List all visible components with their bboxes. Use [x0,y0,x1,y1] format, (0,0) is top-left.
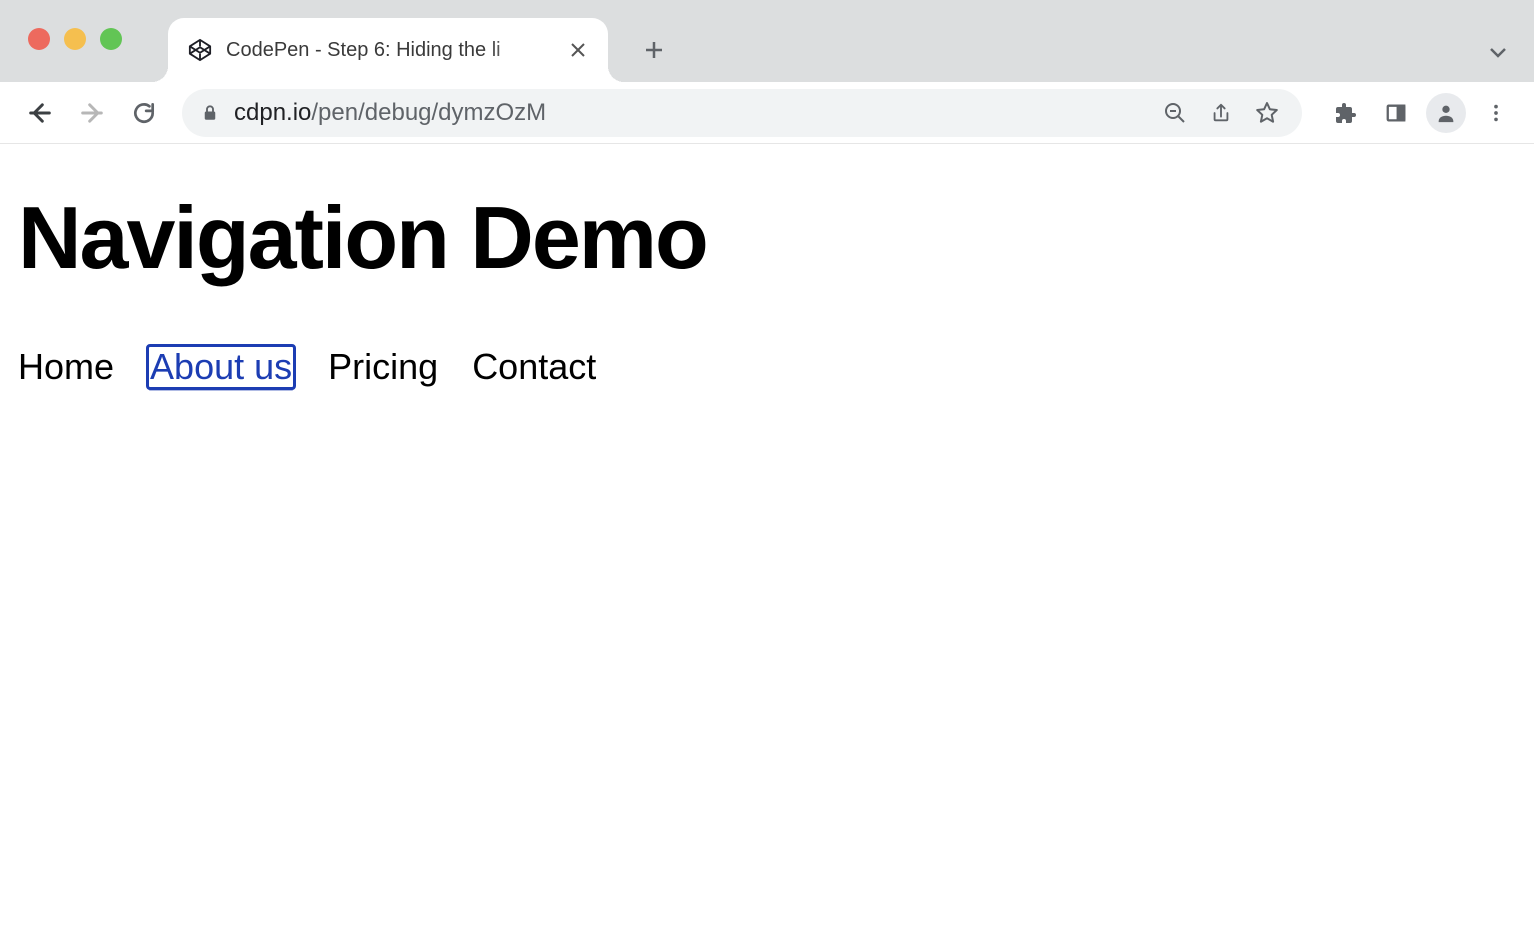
address-bar[interactable]: cdpn.io/pen/debug/dymzOzM [182,89,1302,137]
nav-link-contact[interactable]: Contact [472,346,596,388]
nav-list: Home About us Pricing Contact [18,346,1516,388]
profile-avatar[interactable] [1426,93,1466,133]
forward-button[interactable] [70,91,114,135]
codepen-icon [188,38,212,62]
page-viewport: Navigation Demo Home About us Pricing Co… [0,144,1534,436]
nav-link-about-us[interactable]: About us [148,346,294,388]
url-text: cdpn.io/pen/debug/dymzOzM [234,99,1144,127]
nav-item-pricing: Pricing [328,346,438,388]
browser-toolbar: cdpn.io/pen/debug/dymzOzM [0,82,1534,144]
browser-tab-strip: CodePen - Step 6: Hiding the li [0,0,1534,82]
bookmark-star-icon[interactable] [1250,96,1284,130]
close-tab-button[interactable] [568,40,588,60]
nav-item-home: Home [18,346,114,388]
zoom-out-icon[interactable] [1158,96,1192,130]
menu-icon[interactable] [1476,93,1516,133]
nav-item-contact: Contact [472,346,596,388]
side-panel-icon[interactable] [1376,93,1416,133]
browser-tab[interactable]: CodePen - Step 6: Hiding the li [168,18,608,82]
window-close-button[interactable] [28,28,50,50]
nav-link-home[interactable]: Home [18,346,114,388]
lock-icon[interactable] [200,103,220,123]
back-button[interactable] [18,91,62,135]
share-icon[interactable] [1204,96,1238,130]
tab-list-dropdown[interactable] [1484,38,1512,66]
page-heading: Navigation Demo [18,192,1516,284]
nav-item-about-us: About us [148,346,294,388]
window-maximize-button[interactable] [100,28,122,50]
tab-title: CodePen - Step 6: Hiding the li [226,39,554,62]
window-minimize-button[interactable] [64,28,86,50]
window-controls [28,28,122,50]
nav-link-pricing[interactable]: Pricing [328,346,438,388]
new-tab-button[interactable] [634,30,674,70]
extensions-icon[interactable] [1326,93,1366,133]
reload-button[interactable] [122,91,166,135]
